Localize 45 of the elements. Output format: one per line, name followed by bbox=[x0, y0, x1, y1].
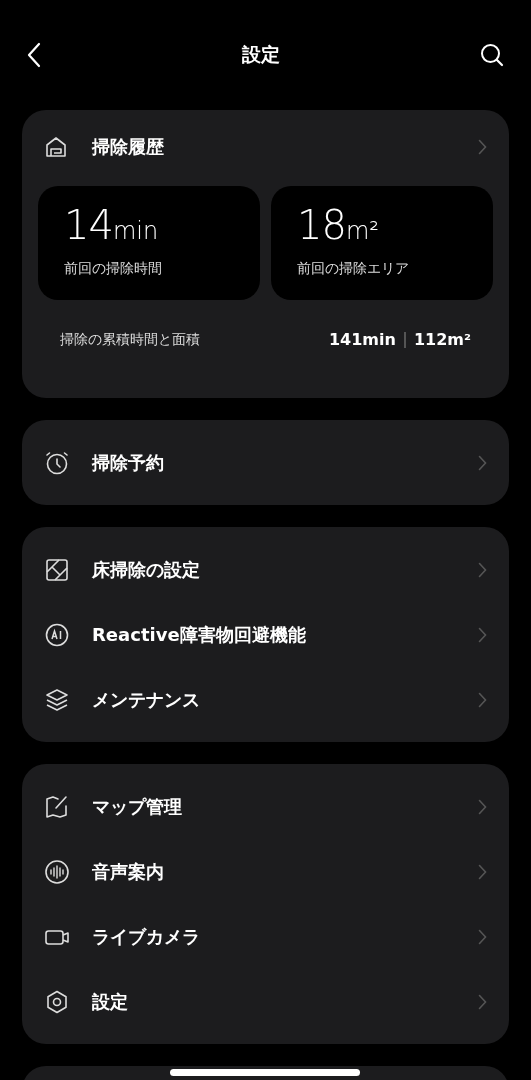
chevron-icon bbox=[478, 993, 487, 1010]
chevron-icon bbox=[478, 561, 487, 578]
alarm-clock-icon bbox=[44, 449, 70, 476]
menu-item[interactable]: 床掃除の設定 bbox=[22, 537, 509, 602]
stat-value: 18 m² bbox=[297, 202, 380, 248]
chevron-icon bbox=[478, 691, 487, 708]
chevron-icon bbox=[478, 139, 487, 155]
stat-value: 14min bbox=[64, 202, 160, 248]
ai-circle-icon bbox=[44, 621, 70, 648]
row-label: メンテナンス bbox=[92, 687, 201, 712]
menu-item[interactable]: 設定 bbox=[22, 969, 509, 1034]
total-time: 141min bbox=[328, 330, 396, 349]
hexagon-settings-icon bbox=[44, 988, 70, 1015]
back-icon[interactable] bbox=[26, 42, 42, 68]
row-label: ライブカメラ bbox=[92, 924, 201, 949]
layers-icon bbox=[44, 686, 70, 713]
total-area: 112m² bbox=[413, 330, 471, 349]
history-row[interactable]: 掃除履歴 bbox=[38, 122, 493, 172]
row-label: 設定 bbox=[92, 989, 129, 1014]
row-label: マップ管理 bbox=[92, 794, 183, 819]
menu-item[interactable]: ライブカメラ bbox=[22, 904, 509, 969]
menu-item[interactable]: 掃除予約 bbox=[22, 430, 509, 495]
menu-item[interactable]: Reactive障害物回避機能 bbox=[22, 602, 509, 667]
map-edit-icon bbox=[44, 793, 70, 820]
floor-tile-icon bbox=[44, 556, 70, 583]
menu-item[interactable]: マップ管理 bbox=[22, 774, 509, 839]
row-label: 掃除予約 bbox=[92, 450, 165, 475]
chevron-icon bbox=[478, 863, 487, 880]
row-label: Reactive障害物回避機能 bbox=[92, 622, 307, 647]
row-label: 掃除履歴 bbox=[92, 135, 165, 159]
row-label: 音声案内 bbox=[92, 859, 165, 884]
chevron-icon bbox=[478, 454, 487, 471]
sound-wave-icon bbox=[44, 858, 70, 885]
page-title: 設定 bbox=[242, 42, 280, 67]
stat-label: 前回の掃除時間 bbox=[64, 260, 163, 278]
chevron-icon bbox=[478, 626, 487, 643]
stat-label: 前回の掃除エリア bbox=[297, 260, 410, 278]
menu-item[interactable]: メンテナンス bbox=[22, 667, 509, 732]
chevron-icon bbox=[478, 798, 487, 815]
search-icon[interactable] bbox=[480, 43, 504, 67]
total-label: 掃除の累積時間と面積 bbox=[60, 330, 200, 349]
house-icon bbox=[44, 135, 68, 159]
row-label: 床掃除の設定 bbox=[92, 557, 201, 582]
chevron-icon bbox=[478, 928, 487, 945]
menu-item[interactable]: 音声案内 bbox=[22, 839, 509, 904]
